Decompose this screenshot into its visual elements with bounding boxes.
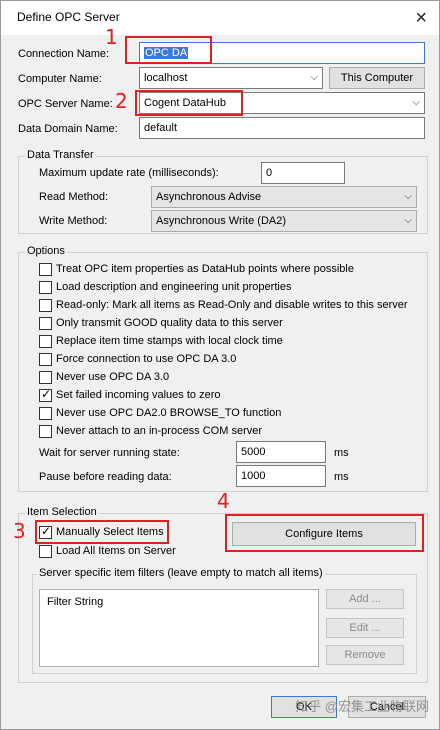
computer-name-value: localhost bbox=[144, 72, 188, 84]
option-checkbox-5[interactable] bbox=[39, 335, 52, 348]
read-method-label: Read Method: bbox=[39, 191, 109, 203]
option-checkbox-8[interactable]: ✓ bbox=[39, 387, 52, 402]
this-computer-button[interactable]: This Computer bbox=[329, 67, 425, 89]
data-domain-input[interactable]: default bbox=[139, 117, 425, 139]
option-checkbox-6[interactable] bbox=[39, 353, 52, 366]
read-method-value: Asynchronous Advise bbox=[156, 191, 262, 203]
data-domain-value: default bbox=[144, 122, 178, 134]
load-all-checkbox[interactable] bbox=[39, 545, 52, 558]
option-checkbox-7[interactable] bbox=[39, 371, 52, 384]
define-opc-server-dialog: Define OPC Server × Connection Name: OPC… bbox=[0, 0, 440, 730]
annotation-number-4: 4 bbox=[217, 489, 230, 513]
chevron-down-icon: ⌵ bbox=[404, 215, 412, 226]
check-icon: ✓ bbox=[41, 387, 52, 401]
option-label-8: Set failed incoming values to zero bbox=[56, 389, 221, 401]
option-label-9: Never use OPC DA2.0 BROWSE_TO function bbox=[56, 407, 282, 419]
option-label-7: Never use OPC DA 3.0 bbox=[56, 371, 170, 383]
filter-list[interactable]: Filter String bbox=[39, 589, 319, 667]
option-checkbox-4[interactable] bbox=[39, 317, 52, 330]
pause-unit: ms bbox=[334, 471, 349, 483]
pause-input[interactable]: 1000 bbox=[236, 465, 326, 487]
window-title: Define OPC Server bbox=[17, 10, 120, 24]
wait-unit: ms bbox=[334, 447, 349, 459]
connection-name-label: Connection Name: bbox=[18, 48, 110, 60]
option-label-10: Never attach to an in-process COM server bbox=[56, 425, 263, 437]
option-checkbox-10[interactable] bbox=[39, 425, 52, 438]
max-update-input[interactable]: 0 bbox=[261, 162, 345, 184]
annotation-box-2 bbox=[135, 90, 243, 116]
option-checkbox-9[interactable] bbox=[39, 407, 52, 420]
option-label-5: Replace item time stamps with local cloc… bbox=[56, 335, 283, 347]
wait-input[interactable]: 5000 bbox=[236, 441, 326, 463]
opc-server-label: OPC Server Name: bbox=[18, 98, 113, 110]
add-filter-button[interactable]: Add ... bbox=[326, 589, 404, 609]
wait-label: Wait for server running state: bbox=[39, 447, 180, 459]
option-label-3: Read-only: Mark all items as Read-Only a… bbox=[56, 299, 408, 311]
title-bar: Define OPC Server × bbox=[1, 1, 439, 35]
remove-filter-button[interactable]: Remove bbox=[326, 645, 404, 665]
option-checkbox-1[interactable] bbox=[39, 263, 52, 276]
option-checkbox-3[interactable] bbox=[39, 299, 52, 312]
annotation-number-1: 1 bbox=[105, 25, 118, 49]
close-icon[interactable]: × bbox=[415, 7, 427, 30]
option-label-4: Only transmit GOOD quality data to this … bbox=[56, 317, 283, 329]
edit-filter-button[interactable]: Edit ... bbox=[326, 618, 404, 638]
option-label-1: Treat OPC item properties as DataHub poi… bbox=[56, 263, 354, 275]
chevron-down-icon: ⌵ bbox=[412, 97, 420, 108]
pause-label: Pause before reading data: bbox=[39, 471, 172, 483]
load-all-label: Load All Items on Server bbox=[56, 545, 176, 557]
write-method-value: Asynchronous Write (DA2) bbox=[156, 215, 287, 227]
filters-title: Server specific item filters (leave empt… bbox=[37, 567, 325, 579]
annotation-number-2: 2 bbox=[115, 89, 128, 113]
read-method-select[interactable]: Asynchronous Advise ⌵ bbox=[151, 186, 417, 208]
filter-string-header: Filter String bbox=[47, 596, 104, 608]
computer-name-label: Computer Name: bbox=[18, 73, 102, 85]
chevron-down-icon: ⌵ bbox=[404, 191, 412, 202]
write-method-select[interactable]: Asynchronous Write (DA2) ⌵ bbox=[151, 210, 417, 232]
pause-value: 1000 bbox=[241, 470, 266, 482]
data-domain-label: Data Domain Name: bbox=[18, 123, 118, 135]
annotation-box-3 bbox=[35, 520, 169, 544]
chevron-down-icon: ⌵ bbox=[310, 72, 318, 83]
data-transfer-title: Data Transfer bbox=[25, 149, 96, 161]
option-label-2: Load description and engineering unit pr… bbox=[56, 281, 292, 293]
option-label-6: Force connection to use OPC DA 3.0 bbox=[56, 353, 237, 365]
computer-name-select[interactable]: localhost ⌵ bbox=[139, 67, 323, 89]
annotation-box-1 bbox=[125, 36, 212, 64]
annotation-number-3: 3 bbox=[13, 519, 26, 543]
options-title: Options bbox=[25, 245, 67, 257]
max-update-value: 0 bbox=[266, 167, 273, 179]
option-checkbox-2[interactable] bbox=[39, 281, 52, 294]
watermark: 知乎 @宏集工业物联网 bbox=[295, 699, 429, 714]
item-selection-title: Item Selection bbox=[25, 506, 99, 518]
max-update-label: Maximum update rate (milliseconds): bbox=[39, 167, 219, 179]
annotation-box-4 bbox=[225, 514, 424, 552]
write-method-label: Write Method: bbox=[39, 215, 108, 227]
wait-value: 5000 bbox=[241, 446, 266, 458]
